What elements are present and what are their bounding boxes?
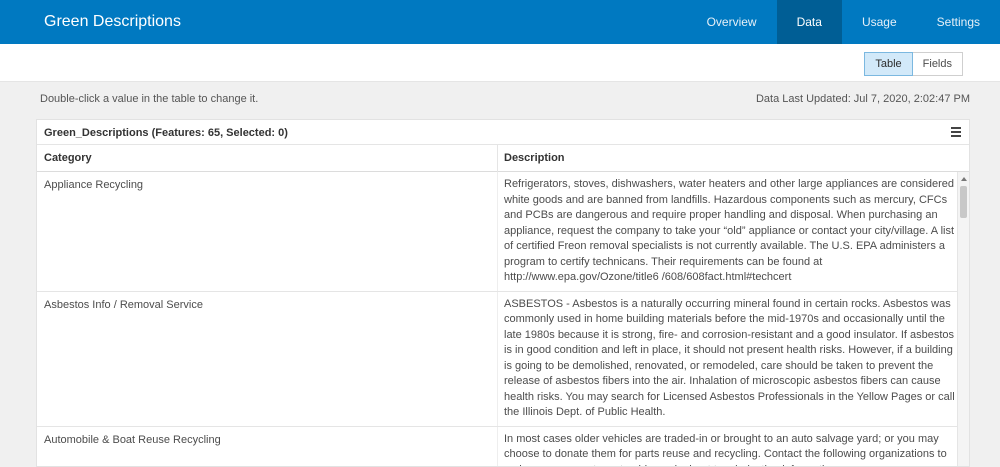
table-row[interactable]: Asbestos Info / Removal Service ASBESTOS… — [37, 291, 959, 427]
tab-data[interactable]: Data — [776, 0, 842, 44]
description-cell[interactable]: In most cases older vehicles are traded-… — [504, 427, 958, 467]
view-toggle: Table Fields — [864, 52, 963, 76]
view-toolbar: Table Fields — [0, 44, 1000, 82]
scroll-up-icon[interactable] — [961, 177, 967, 181]
column-headers: Category Description — [37, 145, 969, 172]
tab-overview[interactable]: Overview — [687, 0, 777, 44]
description-cell[interactable]: Refrigerators, stoves, dishwashers, wate… — [504, 172, 958, 291]
category-cell[interactable]: Asbestos Info / Removal Service — [44, 299, 484, 311]
app-title: Green Descriptions — [44, 13, 181, 30]
edit-hint: Double-click a value in the table to cha… — [40, 93, 259, 105]
last-updated: Data Last Updated: Jul 7, 2020, 2:02:47 … — [755, 93, 970, 105]
table-row[interactable]: Automobile & Boat Reuse Recycling In mos… — [37, 426, 959, 467]
app-header: Green Descriptions Overview Data Usage S… — [0, 0, 1000, 44]
data-table-panel: Green_Descriptions (Features: 65, Select… — [36, 119, 970, 467]
table-row[interactable]: Appliance Recycling Refrigerators, stove… — [37, 172, 959, 292]
table-view-button[interactable]: Table — [864, 52, 913, 76]
tab-usage[interactable]: Usage — [842, 0, 917, 44]
table-title: Green_Descriptions (Features: 65, Select… — [44, 127, 288, 139]
hamburger-menu-icon[interactable] — [951, 127, 961, 137]
top-nav: Overview Data Usage Settings — [687, 0, 1000, 44]
category-cell[interactable]: Automobile & Boat Reuse Recycling — [44, 434, 484, 446]
category-cell[interactable]: Appliance Recycling — [44, 179, 484, 191]
column-header-category[interactable]: Category — [44, 152, 92, 164]
scrollbar-thumb[interactable] — [960, 186, 967, 218]
column-header-description[interactable]: Description — [504, 152, 565, 164]
fields-view-button[interactable]: Fields — [912, 52, 963, 76]
table-body: Appliance Recycling Refrigerators, stove… — [37, 172, 959, 467]
table-scrollbar[interactable] — [957, 172, 969, 466]
tab-settings[interactable]: Settings — [917, 0, 1000, 44]
description-cell[interactable]: ASBESTOS - Asbestos is a naturally occur… — [504, 292, 958, 426]
table-header-bar: Green_Descriptions (Features: 65, Select… — [37, 120, 969, 145]
